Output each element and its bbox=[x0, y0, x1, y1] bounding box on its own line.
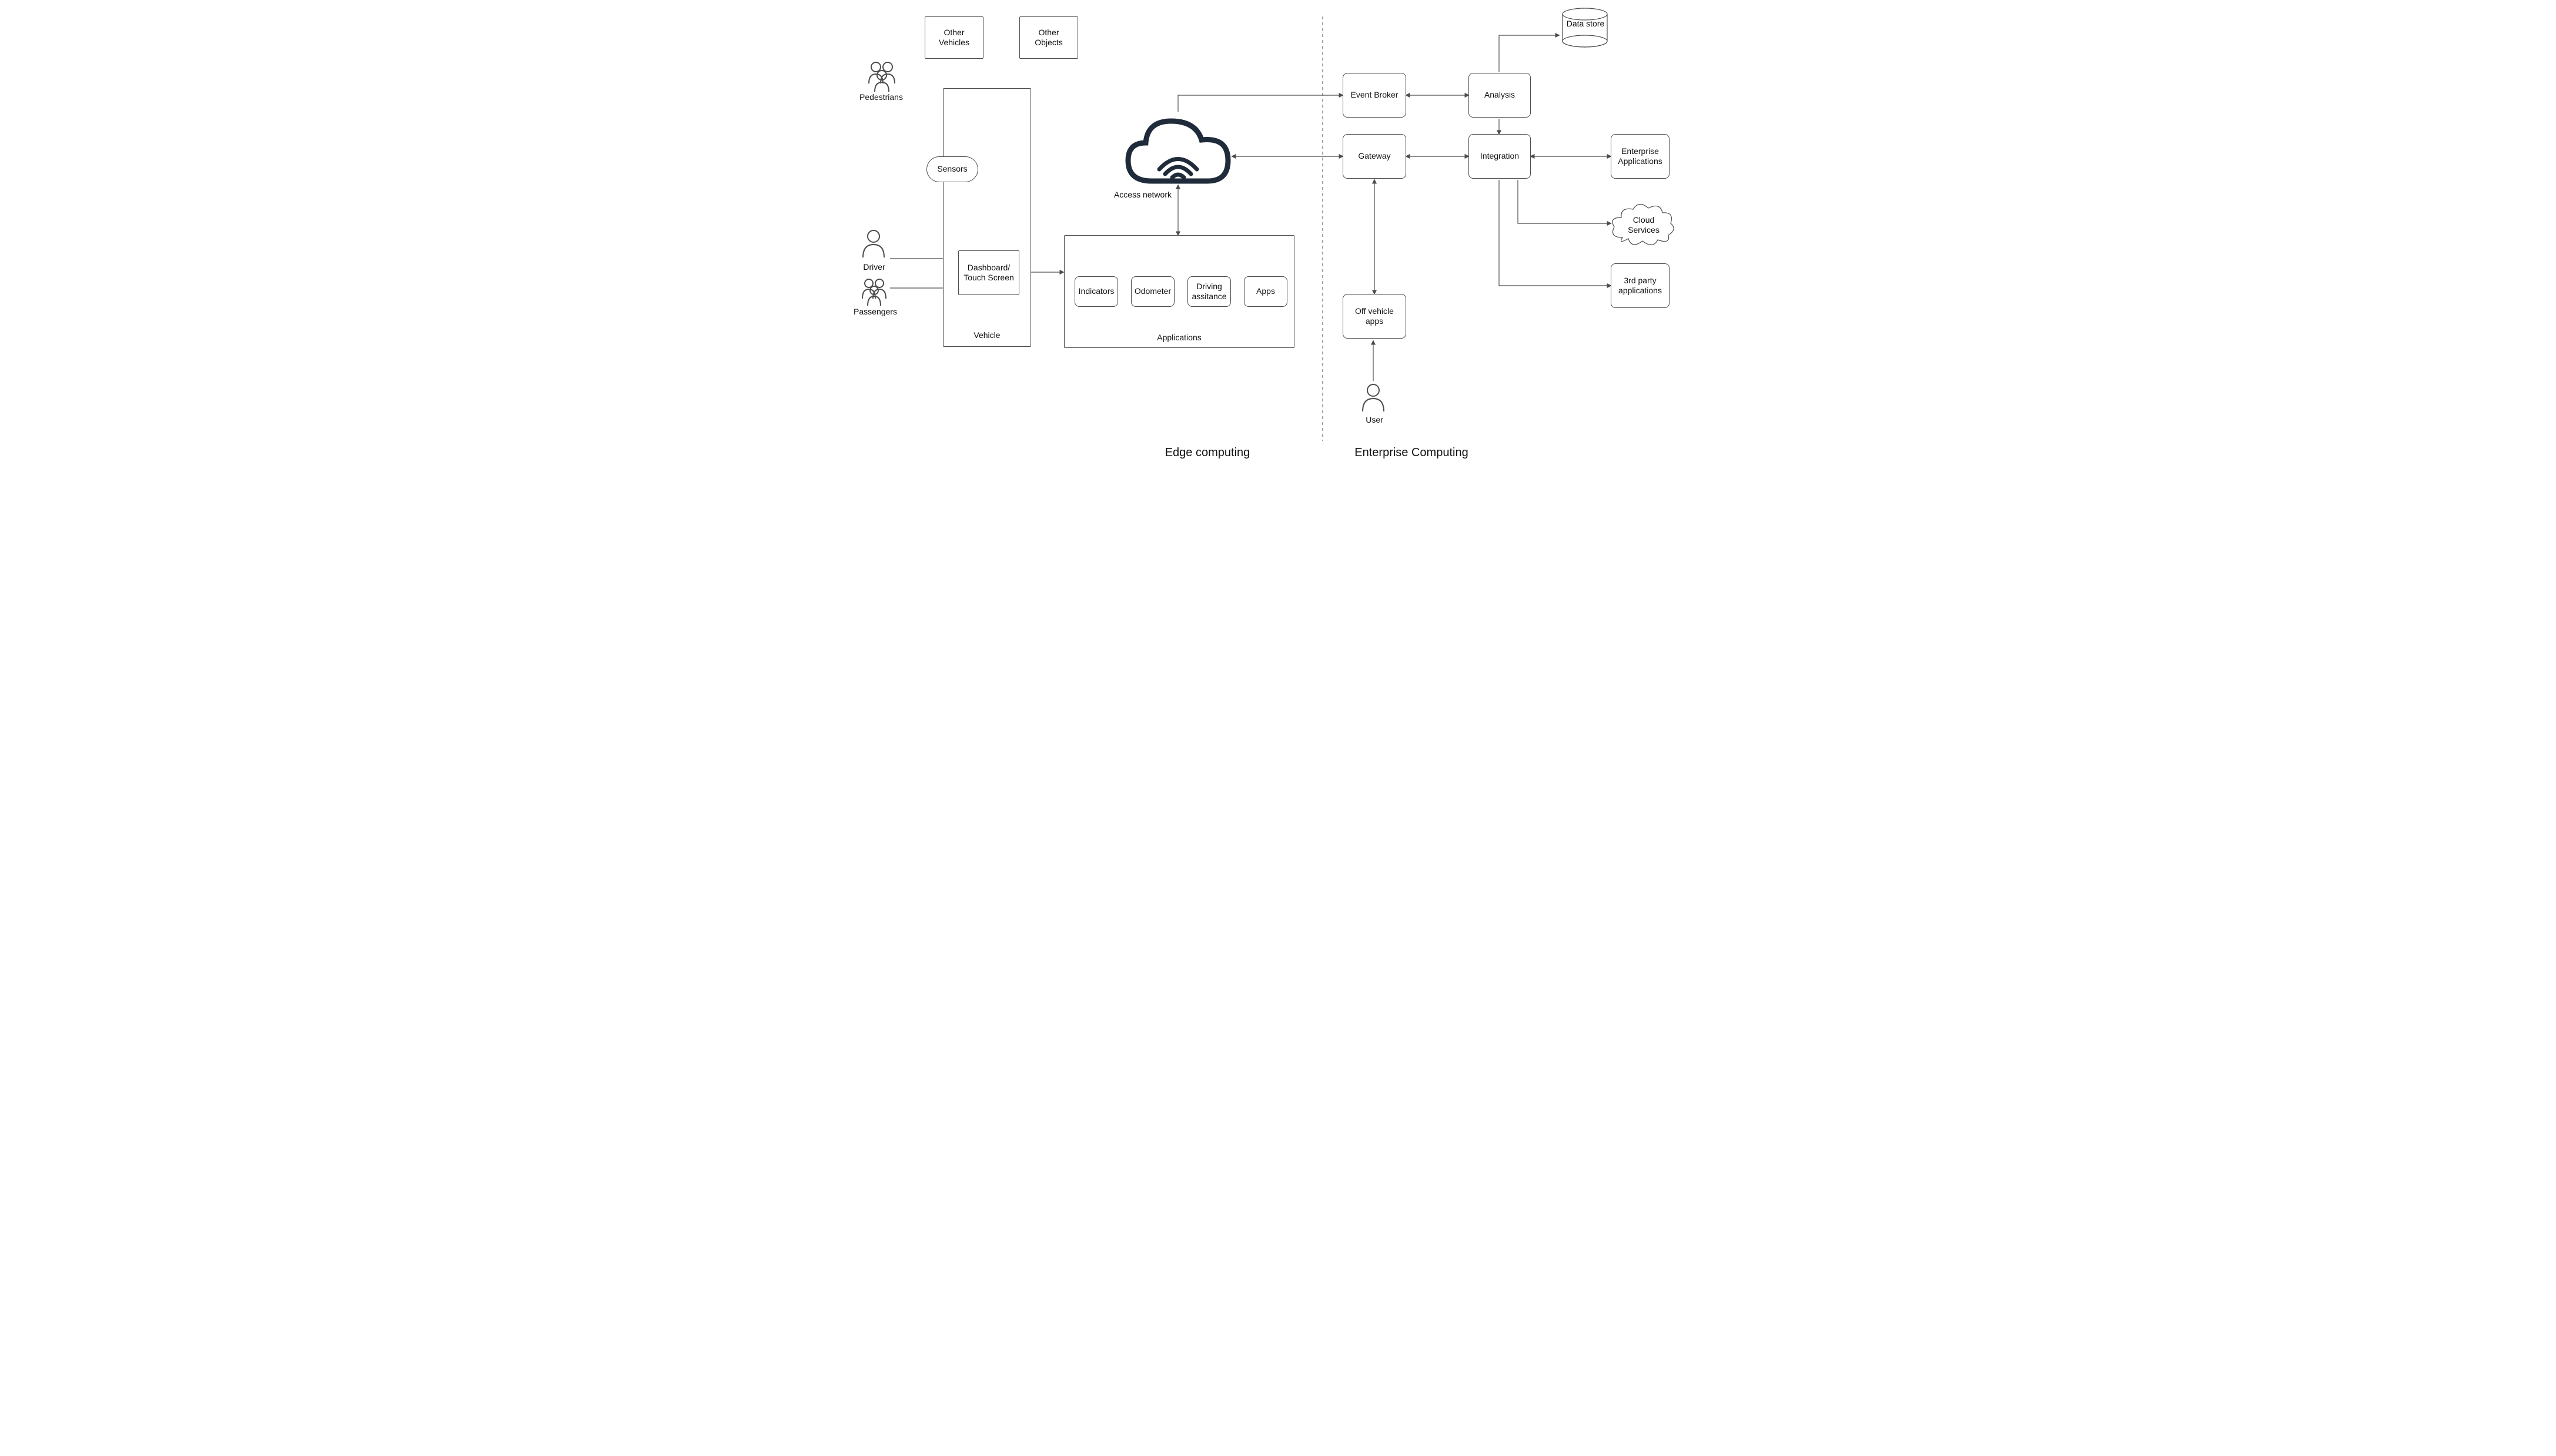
node-apps: Apps bbox=[1244, 276, 1287, 307]
driver-icon bbox=[863, 230, 884, 257]
label-other-objects: Other Objects bbox=[1025, 28, 1073, 48]
label-data-store: Data store bbox=[1566, 19, 1605, 29]
label-access-network: Access network bbox=[1108, 190, 1178, 200]
user-icon bbox=[1363, 384, 1384, 411]
label-analysis: Analysis bbox=[1484, 90, 1515, 101]
node-off-vehicle-apps: Off vehicle apps bbox=[1343, 294, 1406, 339]
node-dashboard: Dashboard/ Touch Screen bbox=[958, 250, 1019, 295]
node-event-broker: Event Broker bbox=[1343, 73, 1406, 118]
node-third-party: 3rd party applications bbox=[1611, 263, 1670, 308]
cloud-icon bbox=[1128, 121, 1228, 181]
node-integration: Integration bbox=[1468, 134, 1531, 179]
label-event-broker: Event Broker bbox=[1351, 90, 1399, 101]
label-user: User bbox=[1364, 415, 1385, 425]
node-sensors: Sensors bbox=[926, 156, 978, 182]
node-other-objects: Other Objects bbox=[1019, 16, 1078, 59]
label-gateway: Gateway bbox=[1358, 151, 1390, 162]
label-sensors: Sensors bbox=[937, 164, 967, 175]
label-applications: Applications bbox=[1157, 333, 1202, 343]
label-off-vehicle-apps: Off vehicle apps bbox=[1348, 306, 1401, 327]
diagram-canvas: Other Vehicles Other Objects Pedestrians… bbox=[831, 0, 1725, 482]
label-passengers: Passengers bbox=[852, 307, 899, 317]
section-enterprise: Enterprise Computing bbox=[1344, 446, 1479, 460]
label-other-vehicles: Other Vehicles bbox=[930, 28, 978, 48]
passengers-icon bbox=[862, 279, 886, 306]
label-vehicle: Vehicle bbox=[973, 330, 1000, 341]
node-driving-assistance: Driving assitance bbox=[1187, 276, 1231, 307]
label-driving-assistance: Driving assitance bbox=[1192, 282, 1226, 302]
label-enterprise-applications: Enterprise Applications bbox=[1616, 146, 1664, 167]
label-indicators: Indicators bbox=[1079, 286, 1115, 297]
node-odometer: Odometer bbox=[1131, 276, 1175, 307]
node-other-vehicles: Other Vehicles bbox=[925, 16, 983, 59]
label-odometer: Odometer bbox=[1135, 286, 1171, 297]
label-pedestrians: Pedestrians bbox=[858, 92, 905, 102]
pedestrians-icon bbox=[869, 62, 895, 92]
label-cloud-services: Cloud Services bbox=[1626, 215, 1661, 235]
container-vehicle: Vehicle bbox=[943, 88, 1031, 347]
label-driver: Driver bbox=[861, 262, 888, 272]
label-dashboard: Dashboard/ Touch Screen bbox=[963, 263, 1014, 283]
node-gateway: Gateway bbox=[1343, 134, 1406, 179]
node-analysis: Analysis bbox=[1468, 73, 1531, 118]
node-indicators: Indicators bbox=[1075, 276, 1118, 307]
label-apps: Apps bbox=[1256, 286, 1275, 297]
label-third-party: 3rd party applications bbox=[1616, 276, 1664, 296]
node-enterprise-applications: Enterprise Applications bbox=[1611, 134, 1670, 179]
section-edge: Edge computing bbox=[1155, 446, 1260, 460]
label-integration: Integration bbox=[1480, 151, 1519, 162]
